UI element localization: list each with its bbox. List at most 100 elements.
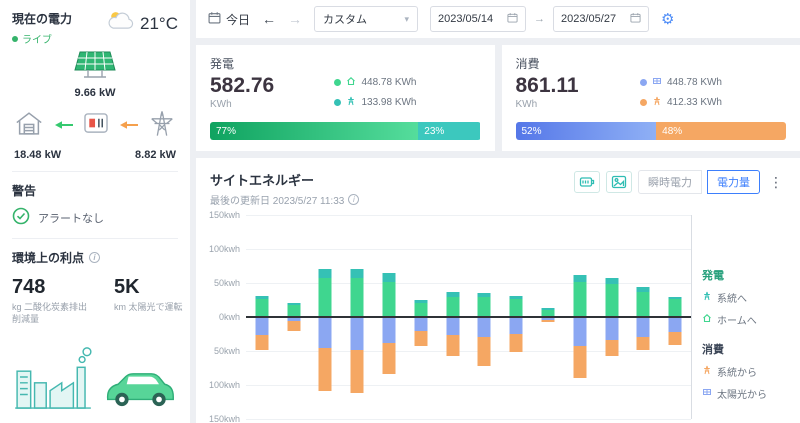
no-alerts-label: アラートなし [38, 210, 104, 226]
next-period-button[interactable]: → [288, 11, 302, 27]
image-export-button[interactable] [606, 171, 632, 193]
segment-to_home [637, 292, 650, 317]
y-tick-label: 100kwh [209, 244, 240, 254]
solar-icon [702, 387, 712, 400]
segment-to_grid [319, 269, 332, 277]
segment-to_home [414, 303, 427, 317]
legend-from-grid[interactable]: 系統から [702, 364, 786, 379]
consumption-unit: KWh [516, 99, 579, 110]
today-button[interactable]: 今日 [208, 11, 250, 28]
calendar-icon [507, 12, 518, 26]
segment-to_grid [383, 273, 396, 281]
segment-from_solar [669, 317, 682, 332]
chart-plot [246, 215, 692, 419]
gridline [246, 419, 691, 420]
segment-from_solar [573, 317, 586, 346]
current-power-title: 現在の電力 [12, 10, 72, 27]
legend-from-solar[interactable]: 太陽光から [702, 386, 786, 401]
home-power-value: 18.48 kW [14, 149, 61, 161]
segment-from_grid [573, 346, 586, 379]
last-updated-text: 最後の更新日 2023/5/27 11:33 [210, 192, 344, 207]
car-illustration [102, 368, 178, 415]
segment-to_home [573, 282, 586, 317]
segment-to_home [669, 299, 682, 317]
generation-progress-left: 77% [210, 122, 418, 140]
consumption-right-pct: 48% [656, 126, 682, 137]
segment-from_solar [637, 317, 650, 337]
legend-to-grid[interactable]: 系統へ [702, 290, 786, 305]
generation-home-value: 448.78 KWh [361, 77, 416, 88]
legend-to-home[interactable]: ホームへ [702, 312, 786, 327]
segment-from_grid [541, 320, 554, 321]
battery-view-button[interactable] [574, 171, 600, 193]
range-separator-icon: → [534, 13, 545, 25]
segment-from_solar [319, 317, 332, 348]
range-preset-select[interactable]: カスタム ▾ [314, 6, 418, 32]
more-menu-icon[interactable]: ⋮ [766, 174, 786, 191]
chevron-down-icon: ▾ [404, 14, 409, 25]
segment-from_solar [446, 317, 459, 335]
solar-power-value: 9.66 kW [12, 87, 178, 99]
energy-tab[interactable]: 電力量 [707, 170, 760, 194]
settings-gear-icon[interactable]: ⚙ [661, 10, 674, 28]
generation-right-pct: 23% [418, 126, 444, 137]
segment-from_solar [351, 317, 364, 350]
live-status: ライブ [12, 31, 72, 46]
segment-from_solar [510, 317, 523, 334]
grid-icon [702, 365, 712, 378]
temperature: 21°C [140, 14, 178, 34]
live-dot-icon [12, 36, 18, 42]
chart-controls: 瞬時電力 電力量 ⋮ [574, 170, 786, 194]
date-from-input[interactable]: 2023/05/14 [430, 6, 526, 32]
segment-from_solar [255, 317, 268, 335]
info-icon[interactable]: i [348, 194, 359, 205]
grid-tower-icon [148, 109, 176, 143]
chart-y-axis: 150kwh100kwh50kwh0kwh50kwh100kwh150kwh [210, 215, 246, 419]
home-icon [702, 313, 712, 326]
segment-to_home [383, 282, 396, 317]
segment-from_solar [414, 317, 427, 331]
segment-to_grid [573, 275, 586, 282]
legend-generation-title: 発電 [702, 267, 786, 283]
legend-from-grid-label: 系統から [717, 364, 757, 379]
benefits-title: 環境上の利点 i [12, 249, 178, 266]
prev-period-button[interactable]: ← [262, 11, 276, 27]
date-to-input[interactable]: 2023/05/27 [553, 6, 649, 32]
solar-icon [652, 76, 662, 89]
green-dot-icon [334, 79, 341, 86]
y-tick-label: 50kwh [214, 346, 240, 356]
segment-from_grid [255, 335, 268, 350]
co2-label: kg 二酸化炭素排出削減量 [12, 302, 92, 325]
grid-icon [652, 96, 662, 109]
info-icon[interactable]: i [89, 252, 100, 263]
segment-from_grid [510, 334, 523, 352]
chart-title: サイトエネルギー [210, 170, 359, 189]
segment-to_home [351, 278, 364, 317]
flow-arrow-to-home-icon [54, 117, 74, 135]
consumption-solar-value: 448.78 KWh [667, 77, 722, 88]
blue-dot-icon [640, 79, 647, 86]
solar-panel-block: 9.66 kW [12, 50, 178, 99]
segment-from_solar [605, 317, 618, 340]
consumption-left-pct: 52% [516, 126, 542, 137]
consumption-card: 消費 861.11 KWh 448.78 KWh [502, 45, 800, 151]
grid-power-value: 8.82 kW [135, 149, 176, 161]
main-content: 今日 ← → カスタム ▾ 2023/05/14 → 2023/05/27 [196, 0, 800, 423]
weather: 21°C [105, 10, 178, 37]
segment-to_home [510, 299, 523, 317]
app: 現在の電力 ライブ 21°C [0, 0, 800, 423]
segment-to_home [319, 278, 332, 317]
consumption-grid-legend: 412.33 KWh [640, 96, 722, 109]
segment-to_grid [351, 269, 364, 279]
co2-value: 748 [12, 276, 92, 299]
y-tick-label: 100kwh [209, 380, 240, 390]
consumption-progress-left: 52% [516, 122, 657, 140]
segment-from_grid [669, 332, 682, 345]
teal-dot-icon [334, 99, 341, 106]
segment-to_home [255, 299, 268, 317]
calendar-icon [208, 11, 221, 27]
instant-power-tab[interactable]: 瞬時電力 [638, 170, 702, 194]
generation-total: 582.76 [210, 74, 274, 98]
generation-left-pct: 77% [210, 126, 236, 137]
check-circle-icon [12, 207, 30, 228]
